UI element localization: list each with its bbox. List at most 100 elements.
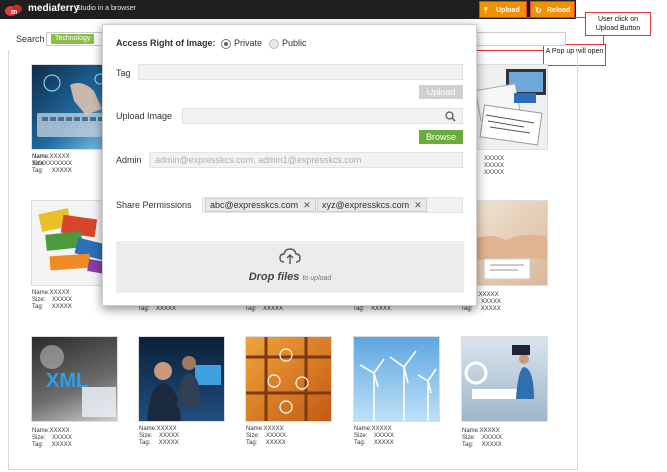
meta-size-label: Size:	[462, 435, 476, 441]
meta-line: Size: XXXXX	[354, 433, 394, 440]
meta-tag-label: Tag:	[353, 306, 365, 312]
meta-size-value: XXXXX	[159, 433, 180, 439]
share-email-text: xyz@expresskcs.com	[322, 200, 410, 210]
gallery-thumb[interactable]: XML	[31, 336, 118, 422]
meta-line: Tag: XXXXX	[246, 440, 286, 447]
share-email-chip[interactable]: abc@expresskcs.com ✕	[205, 198, 316, 212]
meta-tag-label: Tag:	[138, 306, 150, 312]
item-meta-block: Tag: XXXXX	[353, 306, 391, 313]
meta-line: Tag: XXXXX	[32, 168, 72, 175]
meta-tag-label: Tag:	[32, 304, 44, 310]
meta-size-label: Size:	[32, 161, 46, 167]
tag-input[interactable]	[138, 64, 463, 80]
xml-image: XML	[40, 345, 116, 417]
meta-size-value: XXXXX	[484, 163, 505, 169]
search-tag-chip[interactable]: Technology	[51, 34, 95, 44]
upload-button[interactable]: ⤒ Upload	[479, 1, 527, 18]
meta-line: XXXXX	[484, 170, 504, 177]
tag-upload-button[interactable]: Upload	[419, 85, 463, 99]
meta-name-label: Name:	[139, 426, 157, 432]
logo-icon: m	[5, 4, 22, 16]
meta-size-label: Size:	[139, 433, 153, 439]
item-meta-block: Name:XXXXX Size: XXXXX Tag: XXXXX	[32, 290, 72, 311]
meta-name-value: XXXXX	[156, 426, 177, 432]
meta-tag-label: Tag:	[245, 306, 257, 312]
meta-size-value: XXXXX	[481, 299, 502, 305]
meta-line: XXXXX	[484, 156, 504, 163]
upload-icon: ⤒	[484, 6, 488, 15]
annotation-click-note: User click on Upload Button	[585, 12, 651, 36]
gallery-thumb[interactable]	[245, 336, 332, 422]
annotation-line	[527, 17, 585, 18]
meta-line: Name:XXXXX	[32, 290, 72, 297]
meta-line: Tag: XXXXX	[139, 440, 179, 447]
meta-line: Size: XXXXX	[462, 435, 502, 442]
item-meta-block: Name:XXXXX Size: XXXXX Tag: XXXXX	[32, 428, 72, 449]
meta-name-value: XXXXX	[484, 156, 505, 162]
meta-name-value: XXXXX	[479, 428, 500, 434]
meta-tag-label: Tag:	[462, 442, 474, 448]
meta-tag-value: XXXXX	[263, 306, 284, 312]
meta-tag-value: XXXXX	[480, 306, 501, 312]
meta-tag-label: Tag:	[32, 168, 44, 174]
meta-name-label: Name:	[32, 154, 50, 160]
meta-line: Tag: XXXXX	[245, 306, 283, 313]
people-screens-image	[147, 356, 221, 421]
drop-zone-text: Drop files to upload	[116, 271, 464, 283]
meta-tag-label: Tag:	[461, 306, 473, 312]
share-email-chip[interactable]: xyz@expresskcs.com ✕	[317, 198, 427, 212]
remove-chip-icon[interactable]: ✕	[303, 200, 311, 210]
meta-line: Tag: XXXXX	[353, 306, 391, 313]
meta-line: Name:XXXXX	[32, 428, 72, 435]
meta-line: Name:XXXXX	[354, 426, 394, 433]
search-label: Search	[16, 34, 45, 44]
cloud-upload-icon	[279, 248, 301, 264]
item-meta-block: Tag: XXXXX	[138, 306, 176, 313]
admin-placeholder: admin@expresskcs.com, admin1@expresskcs.…	[155, 155, 362, 165]
meta-tag-label: Tag:	[139, 440, 151, 446]
browse-button[interactable]: Browse	[419, 130, 463, 144]
meta-tag-value: XXXXX	[481, 442, 502, 448]
drop-title: Drop files	[248, 271, 300, 283]
meta-line: Size: XXXXX	[246, 433, 286, 440]
meta-name-label: Name:	[246, 426, 264, 432]
meta-name-value: XXXXX	[49, 154, 70, 160]
meta-tag-label: Tag:	[32, 442, 44, 448]
gallery-thumb[interactable]	[353, 336, 440, 422]
reload-button-label: Reload	[547, 7, 571, 14]
reload-button[interactable]: ↻ Reload	[530, 1, 575, 18]
item-meta-block: Tag: XXXXX	[245, 306, 283, 313]
meta-line: Size: XXXXX	[139, 433, 179, 440]
meta-name-label: Name:	[32, 428, 50, 434]
gallery-thumb[interactable]	[461, 336, 548, 422]
public-radio[interactable]	[269, 39, 279, 49]
meta-tag-value: XXXXX	[51, 442, 72, 448]
medical-room-image	[464, 345, 534, 399]
meta-tag-value: XXXXX	[156, 306, 177, 312]
upload-button-label: Upload	[496, 7, 520, 14]
drop-zone[interactable]: Drop files to upload	[116, 241, 464, 293]
industrial-pipes-image	[246, 337, 331, 421]
upload-image-input[interactable]	[182, 108, 463, 124]
gallery-thumb[interactable]	[138, 336, 225, 422]
meta-size-value: XXXXX	[52, 435, 73, 441]
item-meta-block: Name:XXXXX Size: XXXXX Tag: XXXXX	[462, 428, 502, 449]
public-label: Public	[282, 38, 307, 48]
meta-tag-value: XXXXX	[51, 168, 72, 174]
meta-line: Size: XXXXX	[32, 161, 72, 168]
meta-name-value: XXXXX	[478, 292, 499, 298]
meta-line: Name:XXXXX	[139, 426, 179, 433]
meta-size-label: Size:	[32, 297, 46, 303]
meta-tag-value: XXXXX	[373, 440, 394, 446]
share-permissions-label: Share Permissions	[116, 200, 192, 210]
search-icon[interactable]	[445, 111, 456, 122]
meta-line: Tag: XXXXX	[32, 442, 72, 449]
remove-chip-icon[interactable]: ✕	[414, 200, 422, 210]
upload-modal: Access Right of Image: Private Public Ta…	[102, 24, 477, 306]
tag-label: Tag	[116, 68, 131, 78]
meta-name-label: Name:	[32, 290, 50, 296]
meta-name-value: XXXXX	[263, 426, 284, 432]
meta-tag-value: XXXXX	[51, 304, 72, 310]
private-radio[interactable]	[221, 39, 231, 49]
meta-size-value: XXXXX	[266, 433, 287, 439]
